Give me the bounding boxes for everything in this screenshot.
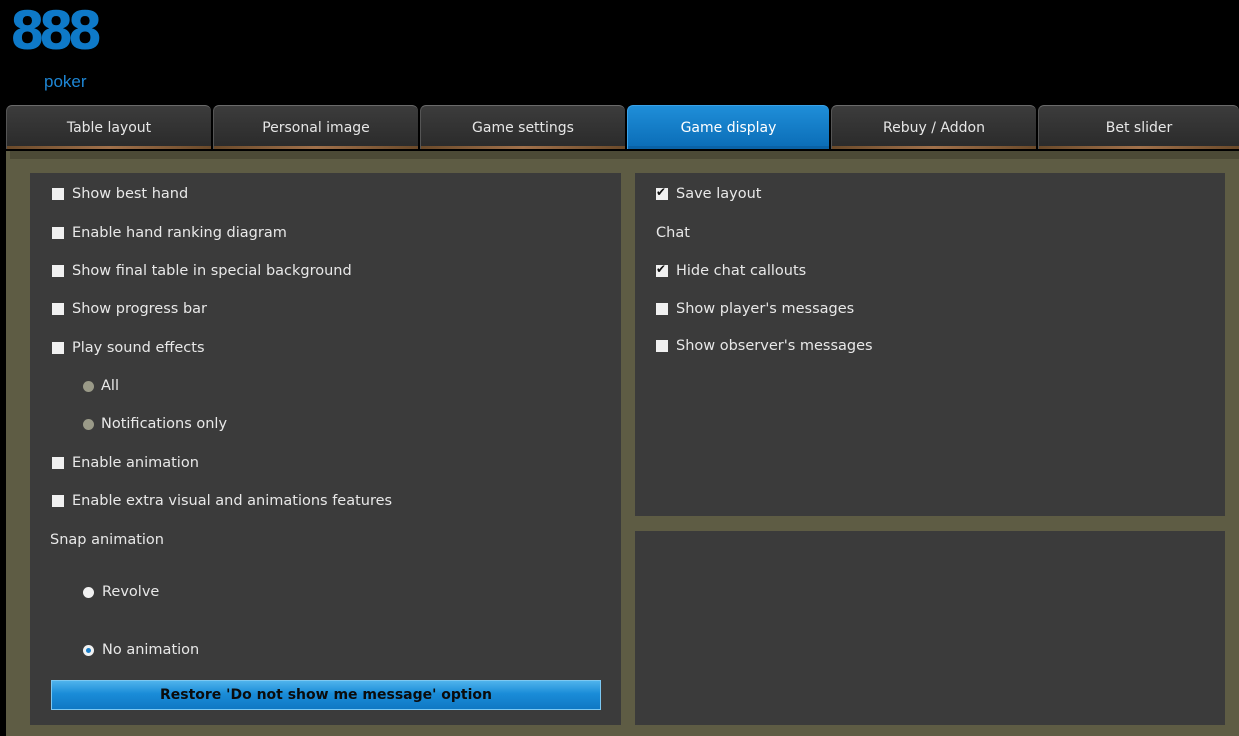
save-layout-checkbox[interactable] xyxy=(656,185,668,200)
logo-number: 888 xyxy=(10,0,102,62)
show-observers-messages-checkbox[interactable] xyxy=(656,340,668,352)
settings-window: 888 poker Table layout Personal image Ga… xyxy=(0,0,1239,736)
frame-top-edge xyxy=(10,151,1239,159)
enable-animation-option[interactable]: Enable animation xyxy=(52,455,199,471)
show-final-table-checkbox[interactable] xyxy=(52,265,64,277)
option-label: Show best hand xyxy=(72,186,189,202)
option-label: Enable animation xyxy=(72,455,199,471)
option-label: Show player's messages xyxy=(676,301,855,317)
enable-animation-checkbox[interactable] xyxy=(52,457,64,469)
tab-label: Bet slider xyxy=(1105,119,1173,136)
tab-label: Game display xyxy=(680,119,777,136)
888poker-logo: 888 poker xyxy=(10,5,120,104)
tab-label: Personal image xyxy=(262,119,370,136)
enable-extra-visual-option[interactable]: Enable extra visual and animations featu… xyxy=(52,493,392,509)
show-progress-bar-checkbox[interactable] xyxy=(52,303,64,315)
tab-table-layout[interactable]: Table layout xyxy=(6,105,211,149)
show-observers-messages-option[interactable]: Show observer's messages xyxy=(656,338,873,354)
tab-label: Game settings xyxy=(472,119,574,136)
sound-notifications-option[interactable]: Notifications only xyxy=(83,416,227,432)
show-players-messages-checkbox[interactable] xyxy=(656,303,668,315)
snap-revolve-radio[interactable] xyxy=(83,586,94,598)
tab-rebuy-addon[interactable]: Rebuy / Addon xyxy=(831,105,1036,149)
option-label: Notifications only xyxy=(101,416,228,432)
option-label: Show progress bar xyxy=(72,301,207,317)
option-label: No animation xyxy=(102,642,200,658)
snap-revolve-option[interactable]: Revolve xyxy=(83,584,159,600)
show-players-messages-option[interactable]: Show player's messages xyxy=(656,301,854,317)
play-sound-effects-checkbox[interactable] xyxy=(52,342,64,354)
play-sound-effects-option[interactable]: Play sound effects xyxy=(52,340,205,356)
tab-game-display[interactable]: Game display xyxy=(627,105,829,149)
tab-game-settings[interactable]: Game settings xyxy=(420,105,625,149)
show-final-table-option[interactable]: Show final table in special background xyxy=(52,263,352,279)
option-label: Revolve xyxy=(102,584,160,600)
snap-no-animation-option[interactable]: No animation xyxy=(83,642,199,658)
option-label: All xyxy=(101,378,119,394)
option-label: Show observer's messages xyxy=(676,338,873,354)
enable-extra-visual-checkbox[interactable] xyxy=(52,495,64,507)
tab-label: Table layout xyxy=(66,119,152,136)
right-bottom-panel xyxy=(635,531,1225,725)
option-label: Show final table in special background xyxy=(72,263,352,279)
tab-bet-slider[interactable]: Bet slider xyxy=(1038,105,1239,149)
option-label: Enable hand ranking diagram xyxy=(72,225,287,241)
show-best-hand-option[interactable]: Show best hand xyxy=(52,186,188,202)
snap-no-animation-radio[interactable] xyxy=(83,644,94,656)
snap-animation-heading: Snap animation xyxy=(50,532,164,548)
sound-all-radio[interactable] xyxy=(83,380,94,392)
sound-notifications-radio[interactable] xyxy=(83,418,94,430)
hide-chat-callouts-checkbox[interactable] xyxy=(656,262,668,277)
save-layout-option[interactable]: Save layout xyxy=(656,185,762,202)
enable-hand-ranking-option[interactable]: Enable hand ranking diagram xyxy=(52,225,287,241)
tab-label: Rebuy / Addon xyxy=(883,119,985,136)
settings-tabs: Table layout Personal image Game setting… xyxy=(6,105,1239,149)
show-progress-bar-option[interactable]: Show progress bar xyxy=(52,301,207,317)
chat-heading: Chat xyxy=(656,225,690,241)
option-label: Save layout xyxy=(676,186,762,202)
tab-personal-image[interactable]: Personal image xyxy=(213,105,418,149)
option-label: Enable extra visual and animations featu… xyxy=(72,493,393,509)
enable-hand-ranking-checkbox[interactable] xyxy=(52,227,64,239)
sound-all-option[interactable]: All xyxy=(83,378,119,394)
restore-message-option-button[interactable]: Restore 'Do not show me message' option xyxy=(51,680,601,710)
logo-word: poker xyxy=(44,72,87,91)
option-label: Hide chat callouts xyxy=(676,263,807,279)
option-label: Play sound effects xyxy=(72,340,205,356)
show-best-hand-checkbox[interactable] xyxy=(52,188,64,200)
hide-chat-callouts-option[interactable]: Hide chat callouts xyxy=(656,262,807,279)
